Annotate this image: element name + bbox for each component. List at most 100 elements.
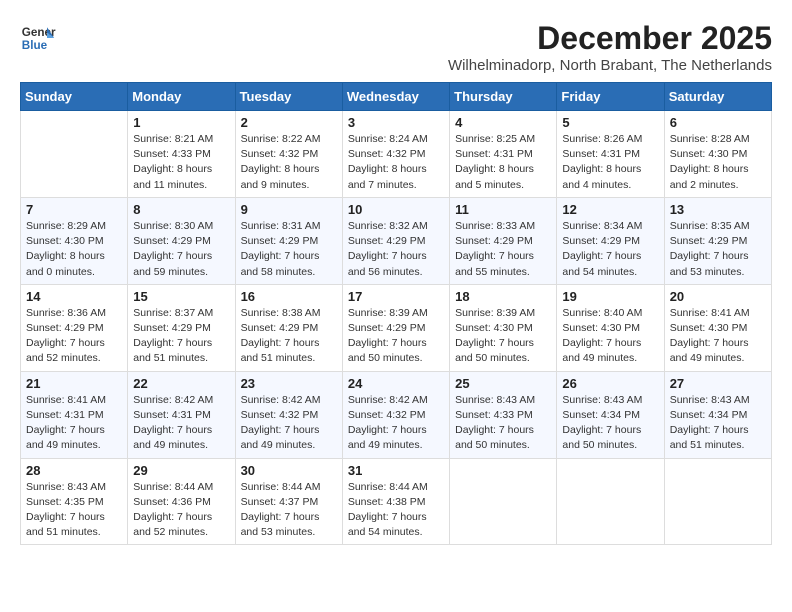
column-header-sunday: Sunday (21, 83, 128, 111)
day-info: Sunrise: 8:42 AM Sunset: 4:31 PM Dayligh… (133, 393, 229, 454)
day-info: Sunrise: 8:42 AM Sunset: 4:32 PM Dayligh… (348, 393, 444, 454)
day-number: 12 (562, 202, 658, 217)
day-number: 1 (133, 115, 229, 130)
calendar-cell: 1 Sunrise: 8:21 AM Sunset: 4:33 PM Daylig… (128, 111, 235, 198)
day-number: 23 (241, 376, 337, 391)
logo: General Blue (20, 20, 56, 56)
day-info: Sunrise: 8:31 AM Sunset: 4:29 PM Dayligh… (241, 219, 337, 280)
day-info: Sunrise: 8:26 AM Sunset: 4:31 PM Dayligh… (562, 132, 658, 193)
day-number: 13 (670, 202, 766, 217)
calendar-cell: 30 Sunrise: 8:44 AM Sunset: 4:37 PM Dayli… (235, 458, 342, 545)
day-info: Sunrise: 8:33 AM Sunset: 4:29 PM Dayligh… (455, 219, 551, 280)
calendar-cell: 27 Sunrise: 8:43 AM Sunset: 4:34 PM Dayli… (664, 371, 771, 458)
day-number: 21 (26, 376, 122, 391)
calendar-cell: 13 Sunrise: 8:35 AM Sunset: 4:29 PM Dayli… (664, 197, 771, 284)
day-number: 18 (455, 289, 551, 304)
day-info: Sunrise: 8:21 AM Sunset: 4:33 PM Dayligh… (133, 132, 229, 193)
calendar-cell: 23 Sunrise: 8:42 AM Sunset: 4:32 PM Dayli… (235, 371, 342, 458)
calendar-cell (557, 458, 664, 545)
day-number: 3 (348, 115, 444, 130)
calendar-cell: 21 Sunrise: 8:41 AM Sunset: 4:31 PM Dayli… (21, 371, 128, 458)
day-info: Sunrise: 8:41 AM Sunset: 4:31 PM Dayligh… (26, 393, 122, 454)
calendar-cell: 25 Sunrise: 8:43 AM Sunset: 4:33 PM Dayli… (450, 371, 557, 458)
day-info: Sunrise: 8:43 AM Sunset: 4:34 PM Dayligh… (562, 393, 658, 454)
calendar-cell: 4 Sunrise: 8:25 AM Sunset: 4:31 PM Daylig… (450, 111, 557, 198)
day-info: Sunrise: 8:42 AM Sunset: 4:32 PM Dayligh… (241, 393, 337, 454)
day-info: Sunrise: 8:35 AM Sunset: 4:29 PM Dayligh… (670, 219, 766, 280)
day-info: Sunrise: 8:39 AM Sunset: 4:30 PM Dayligh… (455, 306, 551, 367)
column-header-monday: Monday (128, 83, 235, 111)
calendar-cell: 7 Sunrise: 8:29 AM Sunset: 4:30 PM Daylig… (21, 197, 128, 284)
day-number: 17 (348, 289, 444, 304)
day-info: Sunrise: 8:37 AM Sunset: 4:29 PM Dayligh… (133, 306, 229, 367)
calendar-cell: 11 Sunrise: 8:33 AM Sunset: 4:29 PM Dayli… (450, 197, 557, 284)
calendar-cell: 31 Sunrise: 8:44 AM Sunset: 4:38 PM Dayli… (342, 458, 449, 545)
day-info: Sunrise: 8:28 AM Sunset: 4:30 PM Dayligh… (670, 132, 766, 193)
calendar-cell: 29 Sunrise: 8:44 AM Sunset: 4:36 PM Dayli… (128, 458, 235, 545)
day-number: 20 (670, 289, 766, 304)
day-number: 30 (241, 463, 337, 478)
day-number: 22 (133, 376, 229, 391)
day-info: Sunrise: 8:44 AM Sunset: 4:37 PM Dayligh… (241, 480, 337, 541)
day-number: 8 (133, 202, 229, 217)
day-number: 15 (133, 289, 229, 304)
day-info: Sunrise: 8:43 AM Sunset: 4:34 PM Dayligh… (670, 393, 766, 454)
day-info: Sunrise: 8:34 AM Sunset: 4:29 PM Dayligh… (562, 219, 658, 280)
calendar-cell (664, 458, 771, 545)
week-row-3: 14Sunrise: 8:36 AM Sunset: 4:29 PM Dayli… (21, 284, 772, 371)
week-row-2: 7 Sunrise: 8:29 AM Sunset: 4:30 PM Daylig… (21, 197, 772, 284)
calendar-cell: 24Sunrise: 8:42 AM Sunset: 4:32 PM Dayli… (342, 371, 449, 458)
calendar-cell (450, 458, 557, 545)
day-number: 4 (455, 115, 551, 130)
week-row-1: 1 Sunrise: 8:21 AM Sunset: 4:33 PM Daylig… (21, 111, 772, 198)
day-number: 2 (241, 115, 337, 130)
day-number: 27 (670, 376, 766, 391)
day-number: 11 (455, 202, 551, 217)
calendar-cell: 12 Sunrise: 8:34 AM Sunset: 4:29 PM Dayli… (557, 197, 664, 284)
calendar-cell: 15 Sunrise: 8:37 AM Sunset: 4:29 PM Dayli… (128, 284, 235, 371)
calendar-cell: 22 Sunrise: 8:42 AM Sunset: 4:31 PM Dayli… (128, 371, 235, 458)
calendar-cell: 17Sunrise: 8:39 AM Sunset: 4:29 PM Dayli… (342, 284, 449, 371)
day-number: 7 (26, 202, 122, 217)
day-info: Sunrise: 8:40 AM Sunset: 4:30 PM Dayligh… (562, 306, 658, 367)
day-number: 16 (241, 289, 337, 304)
calendar-cell: 14Sunrise: 8:36 AM Sunset: 4:29 PM Dayli… (21, 284, 128, 371)
day-info: Sunrise: 8:22 AM Sunset: 4:32 PM Dayligh… (241, 132, 337, 193)
day-info: Sunrise: 8:44 AM Sunset: 4:36 PM Dayligh… (133, 480, 229, 541)
day-number: 25 (455, 376, 551, 391)
day-info: Sunrise: 8:43 AM Sunset: 4:35 PM Dayligh… (26, 480, 122, 541)
day-number: 26 (562, 376, 658, 391)
calendar-table: SundayMondayTuesdayWednesdayThursdayFrid… (20, 82, 772, 545)
week-row-4: 21 Sunrise: 8:41 AM Sunset: 4:31 PM Dayli… (21, 371, 772, 458)
column-header-tuesday: Tuesday (235, 83, 342, 111)
day-number: 31 (348, 463, 444, 478)
page-header: General Blue December 2025 Wilhelminador… (20, 20, 772, 74)
header-row: SundayMondayTuesdayWednesdayThursdayFrid… (21, 83, 772, 111)
calendar-cell: 9Sunrise: 8:31 AM Sunset: 4:29 PM Daylig… (235, 197, 342, 284)
day-info: Sunrise: 8:43 AM Sunset: 4:33 PM Dayligh… (455, 393, 551, 454)
calendar-cell: 6Sunrise: 8:28 AM Sunset: 4:30 PM Daylig… (664, 111, 771, 198)
day-number: 29 (133, 463, 229, 478)
calendar-cell: 8 Sunrise: 8:30 AM Sunset: 4:29 PM Daylig… (128, 197, 235, 284)
day-info: Sunrise: 8:44 AM Sunset: 4:38 PM Dayligh… (348, 480, 444, 541)
day-info: Sunrise: 8:25 AM Sunset: 4:31 PM Dayligh… (455, 132, 551, 193)
column-header-thursday: Thursday (450, 83, 557, 111)
day-info: Sunrise: 8:24 AM Sunset: 4:32 PM Dayligh… (348, 132, 444, 193)
calendar-cell: 26 Sunrise: 8:43 AM Sunset: 4:34 PM Dayli… (557, 371, 664, 458)
calendar-body: 1 Sunrise: 8:21 AM Sunset: 4:33 PM Daylig… (21, 111, 772, 545)
calendar-cell: 28 Sunrise: 8:43 AM Sunset: 4:35 PM Dayli… (21, 458, 128, 545)
day-info: Sunrise: 8:30 AM Sunset: 4:29 PM Dayligh… (133, 219, 229, 280)
calendar-header: SundayMondayTuesdayWednesdayThursdayFrid… (21, 83, 772, 111)
day-number: 10 (348, 202, 444, 217)
main-title: December 2025 (448, 20, 772, 57)
column-header-friday: Friday (557, 83, 664, 111)
column-header-saturday: Saturday (664, 83, 771, 111)
day-info: Sunrise: 8:29 AM Sunset: 4:30 PM Dayligh… (26, 219, 122, 280)
day-number: 28 (26, 463, 122, 478)
calendar-cell: 20Sunrise: 8:41 AM Sunset: 4:30 PM Dayli… (664, 284, 771, 371)
calendar-cell: 10Sunrise: 8:32 AM Sunset: 4:29 PM Dayli… (342, 197, 449, 284)
calendar-cell: 3 Sunrise: 8:24 AM Sunset: 4:32 PM Daylig… (342, 111, 449, 198)
svg-text:Blue: Blue (22, 39, 48, 52)
calendar-cell: 5Sunrise: 8:26 AM Sunset: 4:31 PM Daylig… (557, 111, 664, 198)
day-number: 14 (26, 289, 122, 304)
